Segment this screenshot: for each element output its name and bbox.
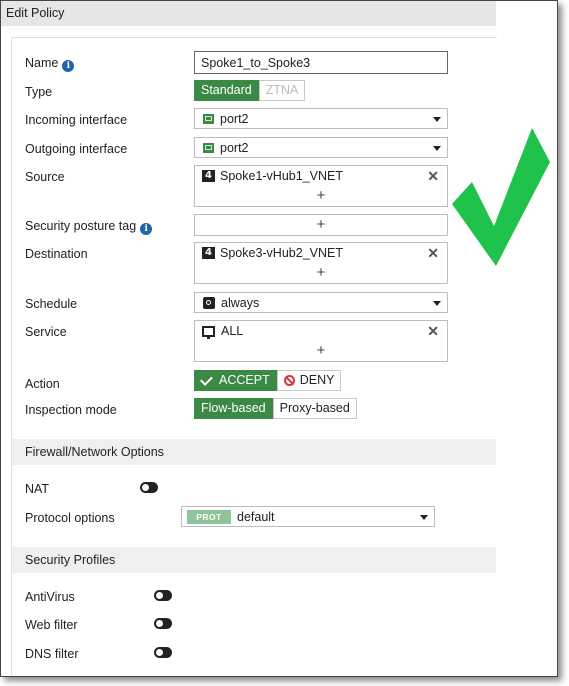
type-label: Type <box>25 85 53 99</box>
chevron-down-icon <box>433 301 441 306</box>
type-option-standard[interactable]: Standard <box>194 80 259 101</box>
clock-icon <box>203 297 215 309</box>
info-icon[interactable]: i <box>62 60 75 72</box>
action-deny-button[interactable]: DENY <box>276 370 342 391</box>
outgoing-interface-select[interactable]: port2 <box>194 137 448 158</box>
web-filter-label: Web filter <box>25 618 78 632</box>
service-field: ALL ✕ + <box>194 320 448 362</box>
port-icon <box>203 143 214 153</box>
name-label: Name i <box>25 56 75 72</box>
security-profiles-header[interactable]: Security Profiles <box>12 547 496 573</box>
remove-source-button[interactable]: ✕ <box>427 168 439 185</box>
security-posture-tag-label: Security posture tag i <box>25 219 153 235</box>
destination-label: Destination <box>25 247 88 261</box>
type-selector: Standard ZTNA <box>194 80 306 101</box>
checkmark-icon <box>452 128 550 266</box>
remove-service-button[interactable]: ✕ <box>427 323 439 340</box>
edit-policy-dialog: Edit Policy Namei Type Standard ZTNA Inc… <box>0 0 558 677</box>
protocol-options-select[interactable]: PROT default <box>181 506 435 527</box>
antivirus-label: AntiVirus <box>25 590 75 604</box>
schedule-label: Schedule <box>25 297 78 311</box>
dialog-title: Edit Policy <box>6 6 65 20</box>
name-input[interactable] <box>194 51 448 74</box>
source-entry: 4 Spoke1-vHub1_VNET <box>202 169 343 183</box>
inspection-proxy-based-option[interactable]: Proxy-based <box>272 398 357 419</box>
type-option-ztna[interactable]: ZTNA <box>258 80 306 101</box>
action-selector: ACCEPT DENY <box>194 370 342 391</box>
incoming-interface-select[interactable]: port2 <box>194 108 448 129</box>
add-service-button[interactable]: + <box>195 342 447 359</box>
protocol-options-label: Protocol options <box>25 511 115 525</box>
prot-badge: PROT <box>187 510 231 524</box>
add-destination-button[interactable]: + <box>195 264 447 281</box>
firewall-network-options-header[interactable]: Firewall/Network Options <box>12 439 496 465</box>
source-field: 4 Spoke1-vHub1_VNET ✕ + <box>194 165 448 207</box>
destination-entry: 4 Spoke3-vHub2_VNET <box>202 246 343 260</box>
service-icon <box>202 325 215 339</box>
dns-filter-toggle[interactable] <box>154 647 172 658</box>
chevron-down-icon <box>433 117 441 122</box>
outgoing-interface-label: Outgoing interface <box>25 142 128 156</box>
security-posture-tag-field: + <box>194 214 448 236</box>
dns-filter-label: DNS filter <box>25 647 79 661</box>
add-security-posture-tag-button[interactable]: + <box>195 216 447 233</box>
service-entry: ALL <box>202 324 243 339</box>
schedule-select[interactable]: always <box>194 292 448 313</box>
dialog-header: Edit Policy <box>1 1 496 26</box>
add-source-button[interactable]: + <box>195 187 447 204</box>
action-accept-button[interactable]: ACCEPT <box>194 370 277 391</box>
inspection-mode-selector: Flow-based Proxy-based <box>194 398 357 419</box>
check-icon <box>200 372 213 386</box>
address-icon: 4 <box>202 170 215 182</box>
incoming-interface-label: Incoming interface <box>25 113 128 127</box>
source-label: Source <box>25 170 65 184</box>
remove-destination-button[interactable]: ✕ <box>427 245 439 262</box>
web-filter-toggle[interactable] <box>154 618 172 629</box>
info-icon[interactable]: i <box>140 223 153 235</box>
address-icon: 4 <box>202 247 215 259</box>
deny-icon <box>283 375 295 386</box>
service-label: Service <box>25 325 67 339</box>
nat-toggle[interactable] <box>140 482 158 493</box>
chevron-down-icon <box>433 146 441 151</box>
antivirus-toggle[interactable] <box>154 590 172 601</box>
action-label: Action <box>25 377 60 391</box>
chevron-down-icon <box>420 515 428 520</box>
inspection-flow-based-option[interactable]: Flow-based <box>194 398 273 419</box>
port-icon <box>203 114 214 124</box>
destination-field: 4 Spoke3-vHub2_VNET ✕ + <box>194 242 448 284</box>
nat-label: NAT <box>25 482 50 496</box>
inspection-mode-label: Inspection mode <box>25 403 117 417</box>
